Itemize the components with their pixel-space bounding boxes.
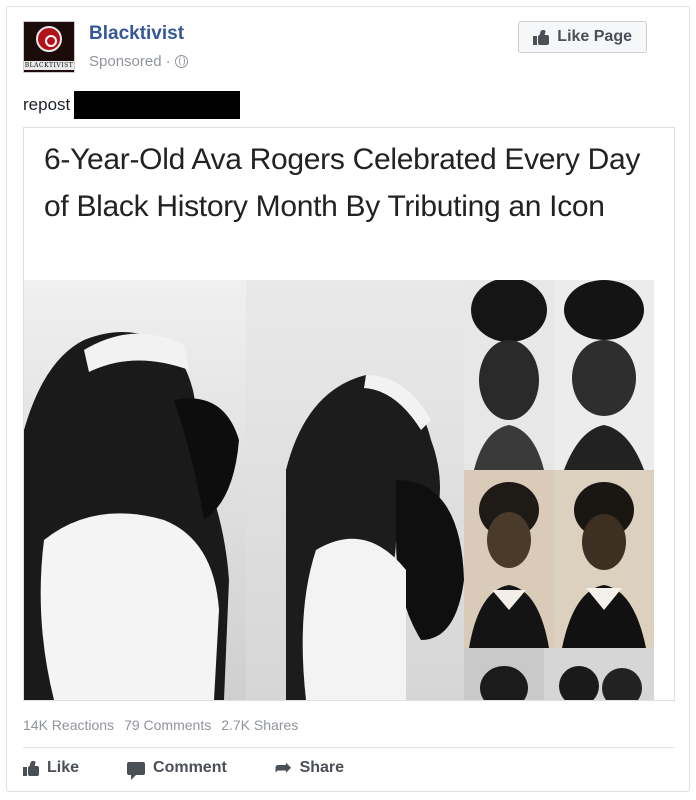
attachment-headline[interactable]: 6-Year-Old Ava Rogers Celebrated Every D… (44, 136, 644, 230)
actions-divider (23, 747, 675, 748)
page-avatar[interactable]: BLACKTIVIST (23, 21, 75, 73)
photo-first-lady (464, 470, 554, 648)
share-arrow-icon: ➦ (274, 757, 292, 779)
post-meta: Sponsored · (89, 53, 188, 70)
like-button[interactable]: Like (23, 759, 79, 777)
comment-icon (127, 761, 146, 780)
like-page-label: Like Page (557, 28, 632, 45)
share-button[interactable]: ➦ Share (274, 757, 345, 779)
meta-separator: · (165, 53, 171, 70)
photo-thumbnail-2 (544, 648, 654, 700)
like-page-button[interactable]: Like Page (518, 21, 647, 53)
photo-child-actress (554, 280, 654, 470)
thumbs-up-icon (533, 29, 550, 45)
share-label: Share (299, 759, 345, 776)
post-card: BLACKTIVIST Blacktivist Sponsored · Like… (6, 6, 690, 792)
sponsored-label[interactable]: Sponsored (89, 53, 162, 70)
comment-button[interactable]: Comment (127, 759, 227, 780)
link-attachment[interactable]: 6-Year-Old Ava Rogers Celebrated Every D… (23, 127, 675, 701)
post-text: repost (23, 91, 241, 119)
photo-actress (464, 280, 554, 470)
photo-thumbnail-1 (464, 648, 544, 700)
shares-count[interactable]: 2.7K Shares (221, 717, 298, 733)
comment-label: Comment (153, 759, 227, 776)
photo-child-first-lady (554, 470, 654, 648)
comments-count[interactable]: 79 Comments (124, 717, 211, 733)
post-text-content: repost (23, 95, 71, 114)
action-bar: Like Comment ➦ Share (23, 757, 345, 780)
logo-icon (36, 26, 62, 52)
redaction-bar (74, 91, 241, 119)
like-label: Like (47, 759, 80, 776)
page-name-link[interactable]: Blacktivist (89, 23, 184, 45)
thumbs-up-icon (23, 760, 39, 776)
engagement-stats: 14K Reactions 79 Comments 2.7K Shares (23, 717, 298, 733)
reactions-count[interactable]: 14K Reactions (23, 717, 114, 733)
globe-icon[interactable] (174, 55, 188, 68)
photo-athlete (24, 280, 246, 700)
photo-child-tribute (246, 280, 464, 700)
avatar-tag: BLACKTIVIST (24, 61, 74, 70)
